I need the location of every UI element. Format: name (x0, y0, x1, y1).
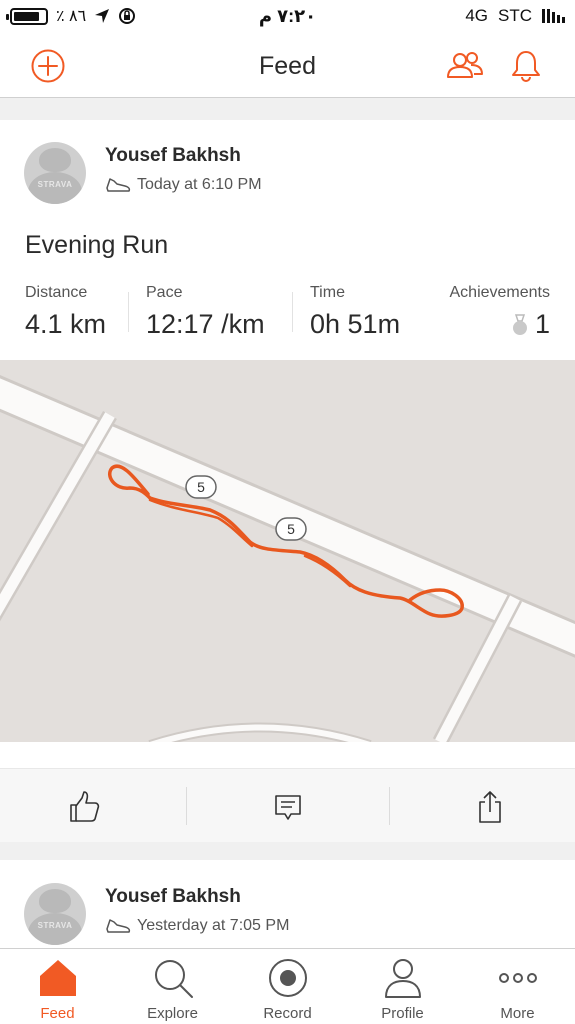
achievements-count: 1 (534, 309, 550, 339)
athlete-name[interactable]: Yousef Bakhsh (105, 145, 241, 167)
tab-label: Feed (40, 1005, 75, 1022)
tab-record[interactable]: Record (230, 949, 345, 1024)
activity-card[interactable] (0, 860, 575, 950)
comment-icon (275, 795, 301, 820)
kudos-button[interactable] (64, 787, 104, 827)
road-shield-label: 5 (197, 479, 205, 495)
tab-label: Explore (147, 1005, 198, 1022)
shoe-icon (106, 919, 131, 933)
home-icon (40, 960, 76, 996)
stat-divider (292, 292, 293, 332)
status-right: 4G STC (465, 6, 565, 26)
athlete-name[interactable]: Yousef Bakhsh (105, 886, 241, 908)
road-shield: 5 (275, 517, 307, 541)
kudos-icon (70, 791, 100, 822)
nav-bar: Feed (0, 34, 575, 98)
search-icon (155, 960, 193, 998)
stat-label: Time (310, 284, 345, 301)
activity-meta: Yesterday at 7:05 PM (105, 917, 289, 935)
stat-distance: Distance 4.1 km (25, 284, 106, 340)
network-type: 4G (465, 6, 488, 25)
share-icon (479, 791, 501, 823)
tab-profile[interactable]: Profile (345, 949, 460, 1024)
road-shield: 5 (185, 475, 217, 499)
tab-explore[interactable]: Explore (115, 949, 230, 1024)
record-icon (269, 959, 307, 997)
comment-button[interactable] (268, 787, 308, 827)
status-bar: ٪ ٨٦ ٧:٢٠ م 4G STC (0, 0, 575, 34)
signal-icon (542, 9, 565, 23)
carrier-name: STC (498, 6, 532, 25)
page-title: Feed (259, 52, 316, 80)
more-icon (499, 973, 537, 983)
friends-icon[interactable] (445, 48, 485, 84)
activity-title[interactable]: Evening Run (25, 231, 168, 260)
activity-timestamp: Yesterday at 7:05 PM (137, 917, 290, 934)
share-button[interactable] (470, 787, 510, 827)
avatar[interactable]: STRAVA (24, 883, 86, 945)
stat-value: 12:17 /km (146, 309, 265, 339)
tab-label: More (500, 1005, 535, 1022)
bell-icon[interactable] (508, 48, 544, 84)
avatar[interactable]: STRAVA (24, 142, 86, 204)
tab-more[interactable]: More (460, 949, 575, 1024)
medal-icon (512, 313, 527, 335)
stat-label: Achievements (449, 284, 551, 301)
activity-timestamp: Today at 6:10 PM (137, 176, 262, 193)
tab-feed[interactable]: Feed (0, 949, 115, 1024)
stat-divider (128, 292, 129, 332)
avatar-brand: STRAVA (37, 921, 73, 930)
road-shield-label: 5 (287, 521, 295, 537)
stat-value: 4.1 km (25, 309, 107, 339)
activity-actions (0, 768, 575, 842)
tab-bar: Feed Explore Record Profile More (0, 948, 575, 1024)
route-map-graphic: 5 5 (0, 360, 575, 742)
tab-label: Record (263, 1005, 312, 1022)
tab-label: Profile (381, 1005, 424, 1022)
stat-time: Time 0h 51m (310, 284, 400, 340)
profile-icon (385, 959, 421, 998)
avatar-brand: STRAVA (37, 180, 73, 189)
stat-label: Pace (146, 284, 183, 301)
stat-achievements[interactable]: Achievements 1 (438, 284, 551, 340)
stat-label: Distance (25, 284, 88, 301)
stat-value: 0h 51m (310, 309, 401, 339)
route-map[interactable]: 5 5 (0, 360, 575, 742)
activity-meta: Today at 6:10 PM (105, 176, 262, 194)
shoe-icon (106, 178, 131, 192)
stat-value: 1 (438, 309, 550, 340)
stat-pace: Pace 12:17 /km (146, 284, 265, 340)
action-divider (186, 787, 187, 825)
action-divider (389, 787, 390, 825)
